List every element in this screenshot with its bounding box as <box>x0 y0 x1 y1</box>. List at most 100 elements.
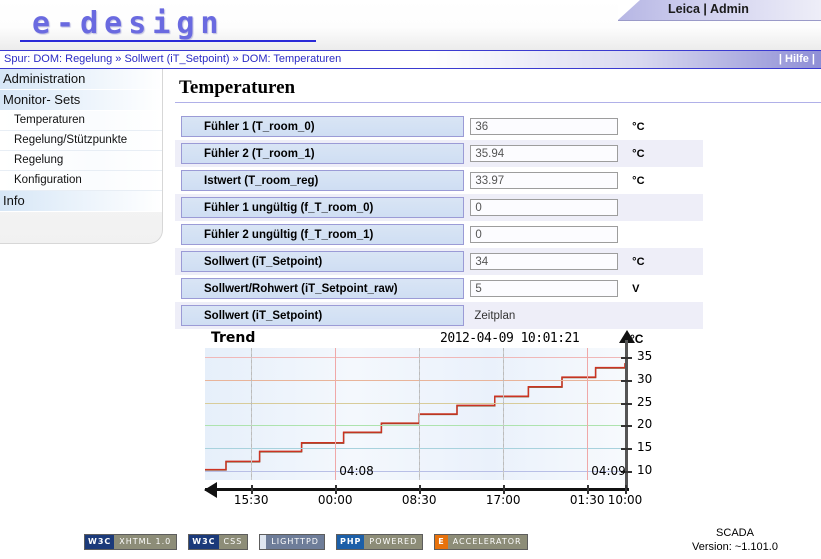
main-content: Temperaturen Fühler 1 (T_room_0) 36 °C Fühl… <box>175 69 821 329</box>
row-value-cell: 34 <box>470 248 633 275</box>
row-label-cell: Fühler 1 (T_room_0) <box>175 113 470 140</box>
row-label: Fühler 1 (T_room_0) <box>181 116 465 137</box>
row-label-cell: Sollwert (iT_Setpoint) <box>175 302 471 329</box>
row-unit: °C <box>632 248 703 275</box>
chart-series-svg <box>205 363 626 471</box>
parameter-table: Fühler 1 (T_room_0) 36 °C Fühler 2 (T_room_… <box>175 113 703 329</box>
y-axis-label: 15 <box>637 440 653 455</box>
gridline-horizontal <box>205 402 625 404</box>
value-input[interactable]: 36 <box>470 118 619 135</box>
value-input[interactable]: 0 <box>470 199 619 216</box>
row-unit: V <box>632 282 640 295</box>
value-input[interactable]: 5 <box>470 280 619 297</box>
value-input[interactable]: 33.97 <box>470 172 619 189</box>
help-link[interactable]: | Hilfe | <box>779 53 815 65</box>
table-row: Fühler 1 (T_room_0) 36 °C <box>175 113 703 140</box>
row-unit: °C <box>632 174 645 187</box>
sidebar-item-info[interactable]: Info <box>0 191 162 212</box>
badge-right: CSS <box>218 535 248 549</box>
x-axis-day-label: 04:09 <box>591 464 626 478</box>
product-version: Version: ~1.101.0 <box>692 541 778 553</box>
breadcrumb[interactable]: Spur: DOM: Regelung » Sollwert (iT_Setpo… <box>4 53 341 65</box>
badge-right: POWERED <box>364 535 423 549</box>
y-axis-tick <box>621 379 632 382</box>
row-unit <box>632 302 703 329</box>
sidebar-item-regelung[interactable]: Regelung <box>0 151 162 171</box>
row-label: Istwert (T_room_reg) <box>181 170 465 191</box>
row-value-cell: Zeitplan <box>470 302 633 329</box>
badge-left: PHP <box>336 535 365 549</box>
badge-right: ACCELERATOR <box>447 535 527 549</box>
sidebar-item-administration[interactable]: Administration <box>0 69 162 90</box>
row-label: Sollwert (iT_Setpoint) <box>181 251 465 272</box>
x-axis-label: 15:30 <box>233 493 269 507</box>
sidebar-item-regelung-st-tzpunkte[interactable]: Regelung/Stützpunkte <box>0 131 162 151</box>
table-row: Sollwert (iT_Setpoint) 34 °C <box>175 248 703 275</box>
row-label-cell: Fühler 2 ungültig (f_T_room_1) <box>175 221 470 248</box>
value-text: Zeitplan <box>474 309 516 322</box>
footer-badge[interactable]: W3C XHTML 1.0 <box>84 534 178 550</box>
row-value-cell: 35.94 <box>470 140 633 167</box>
row-value-cell: 0 <box>470 194 633 221</box>
sidebar-item-label: Regelung <box>14 154 64 166</box>
chart-timestamp: 2012-04-09 10:01:21 <box>440 331 580 346</box>
sidebar-item-label: Info <box>3 193 25 208</box>
row-unit <box>632 221 703 248</box>
footer-badge[interactable]: E ACCELERATOR <box>434 534 528 550</box>
row-value-cell: 36 <box>470 113 632 140</box>
x-axis-day-label: 04:08 <box>339 464 374 478</box>
gridline-horizontal <box>205 425 625 427</box>
sidebar-item-label: Administration <box>3 71 86 86</box>
user-badge: Leica | Admin <box>618 0 821 21</box>
y-axis-label: 25 <box>637 394 653 409</box>
logo-underline <box>20 40 316 42</box>
value-input[interactable]: 35.94 <box>470 145 619 162</box>
row-label: Fühler 1 ungültig (f_T_room_0) <box>181 197 465 218</box>
table-row: Sollwert/Rohwert (iT_Setpoint_raw) 5 V <box>175 275 703 302</box>
x-axis-label: 08:30 <box>401 493 437 507</box>
value-input[interactable]: 34 <box>470 253 619 270</box>
row-label-cell: Fühler 1 ungültig (f_T_room_0) <box>175 194 471 221</box>
y-axis-label: 30 <box>637 371 653 386</box>
gridline-vertical <box>503 348 505 480</box>
row-label-cell: Sollwert (iT_Setpoint) <box>175 248 471 275</box>
sidebar-item-temperaturen[interactable]: Temperaturen <box>0 111 162 131</box>
badge-left: E <box>435 535 448 549</box>
row-value-cell: 33.97 <box>470 167 632 194</box>
gridline-vertical <box>587 348 589 480</box>
row-value-cell: 5 <box>470 275 632 302</box>
sidebar-item-monitor-sets[interactable]: Monitor- Sets <box>0 90 162 111</box>
gridline-horizontal <box>205 470 625 472</box>
page-title: Temperaturen <box>179 77 296 98</box>
y-axis-tick <box>621 448 632 451</box>
row-label: Sollwert/Rohwert (iT_Setpoint_raw) <box>181 278 465 299</box>
footer-badge[interactable]: PHP POWERED <box>335 534 424 550</box>
badge-right: LIGHTTPD <box>266 535 324 549</box>
row-label-cell: Istwert (T_room_reg) <box>175 167 470 194</box>
gridline-vertical <box>251 348 253 480</box>
footer-badge[interactable]: W3C CSS <box>188 534 249 550</box>
y-axis-tick <box>621 357 632 360</box>
user-label: Leica | Admin <box>668 2 749 16</box>
x-axis-label: 00:00 <box>317 493 353 507</box>
table-row: Fühler 2 ungültig (f_T_room_1) 0 <box>175 221 703 248</box>
row-value-cell: 0 <box>470 221 632 248</box>
footer-badge[interactable]: LIGHTTPD <box>259 534 325 550</box>
badge-left: W3C <box>85 535 115 549</box>
gridline-horizontal <box>205 357 625 359</box>
product-info: SCADA Version: ~1.101.0 <box>655 526 815 554</box>
row-label: Fühler 2 (T_room_1) <box>181 143 465 164</box>
app-banner: e-design Leica | Admin <box>0 0 821 50</box>
sidebar-item-konfiguration[interactable]: Konfiguration <box>0 171 162 191</box>
y-axis-label: 20 <box>637 417 653 432</box>
y-axis-tick <box>621 402 632 405</box>
x-axis-label: 10:00 <box>607 493 643 507</box>
app-logo: e-design <box>32 6 225 41</box>
gridline-vertical <box>335 348 337 480</box>
value-input[interactable]: 0 <box>470 226 619 243</box>
badge-left: W3C <box>189 535 219 549</box>
sidebar-item-label: Monitor- Sets <box>3 92 81 107</box>
gridline-horizontal <box>205 448 625 450</box>
x-axis <box>205 488 629 491</box>
row-unit: °C <box>632 120 645 133</box>
